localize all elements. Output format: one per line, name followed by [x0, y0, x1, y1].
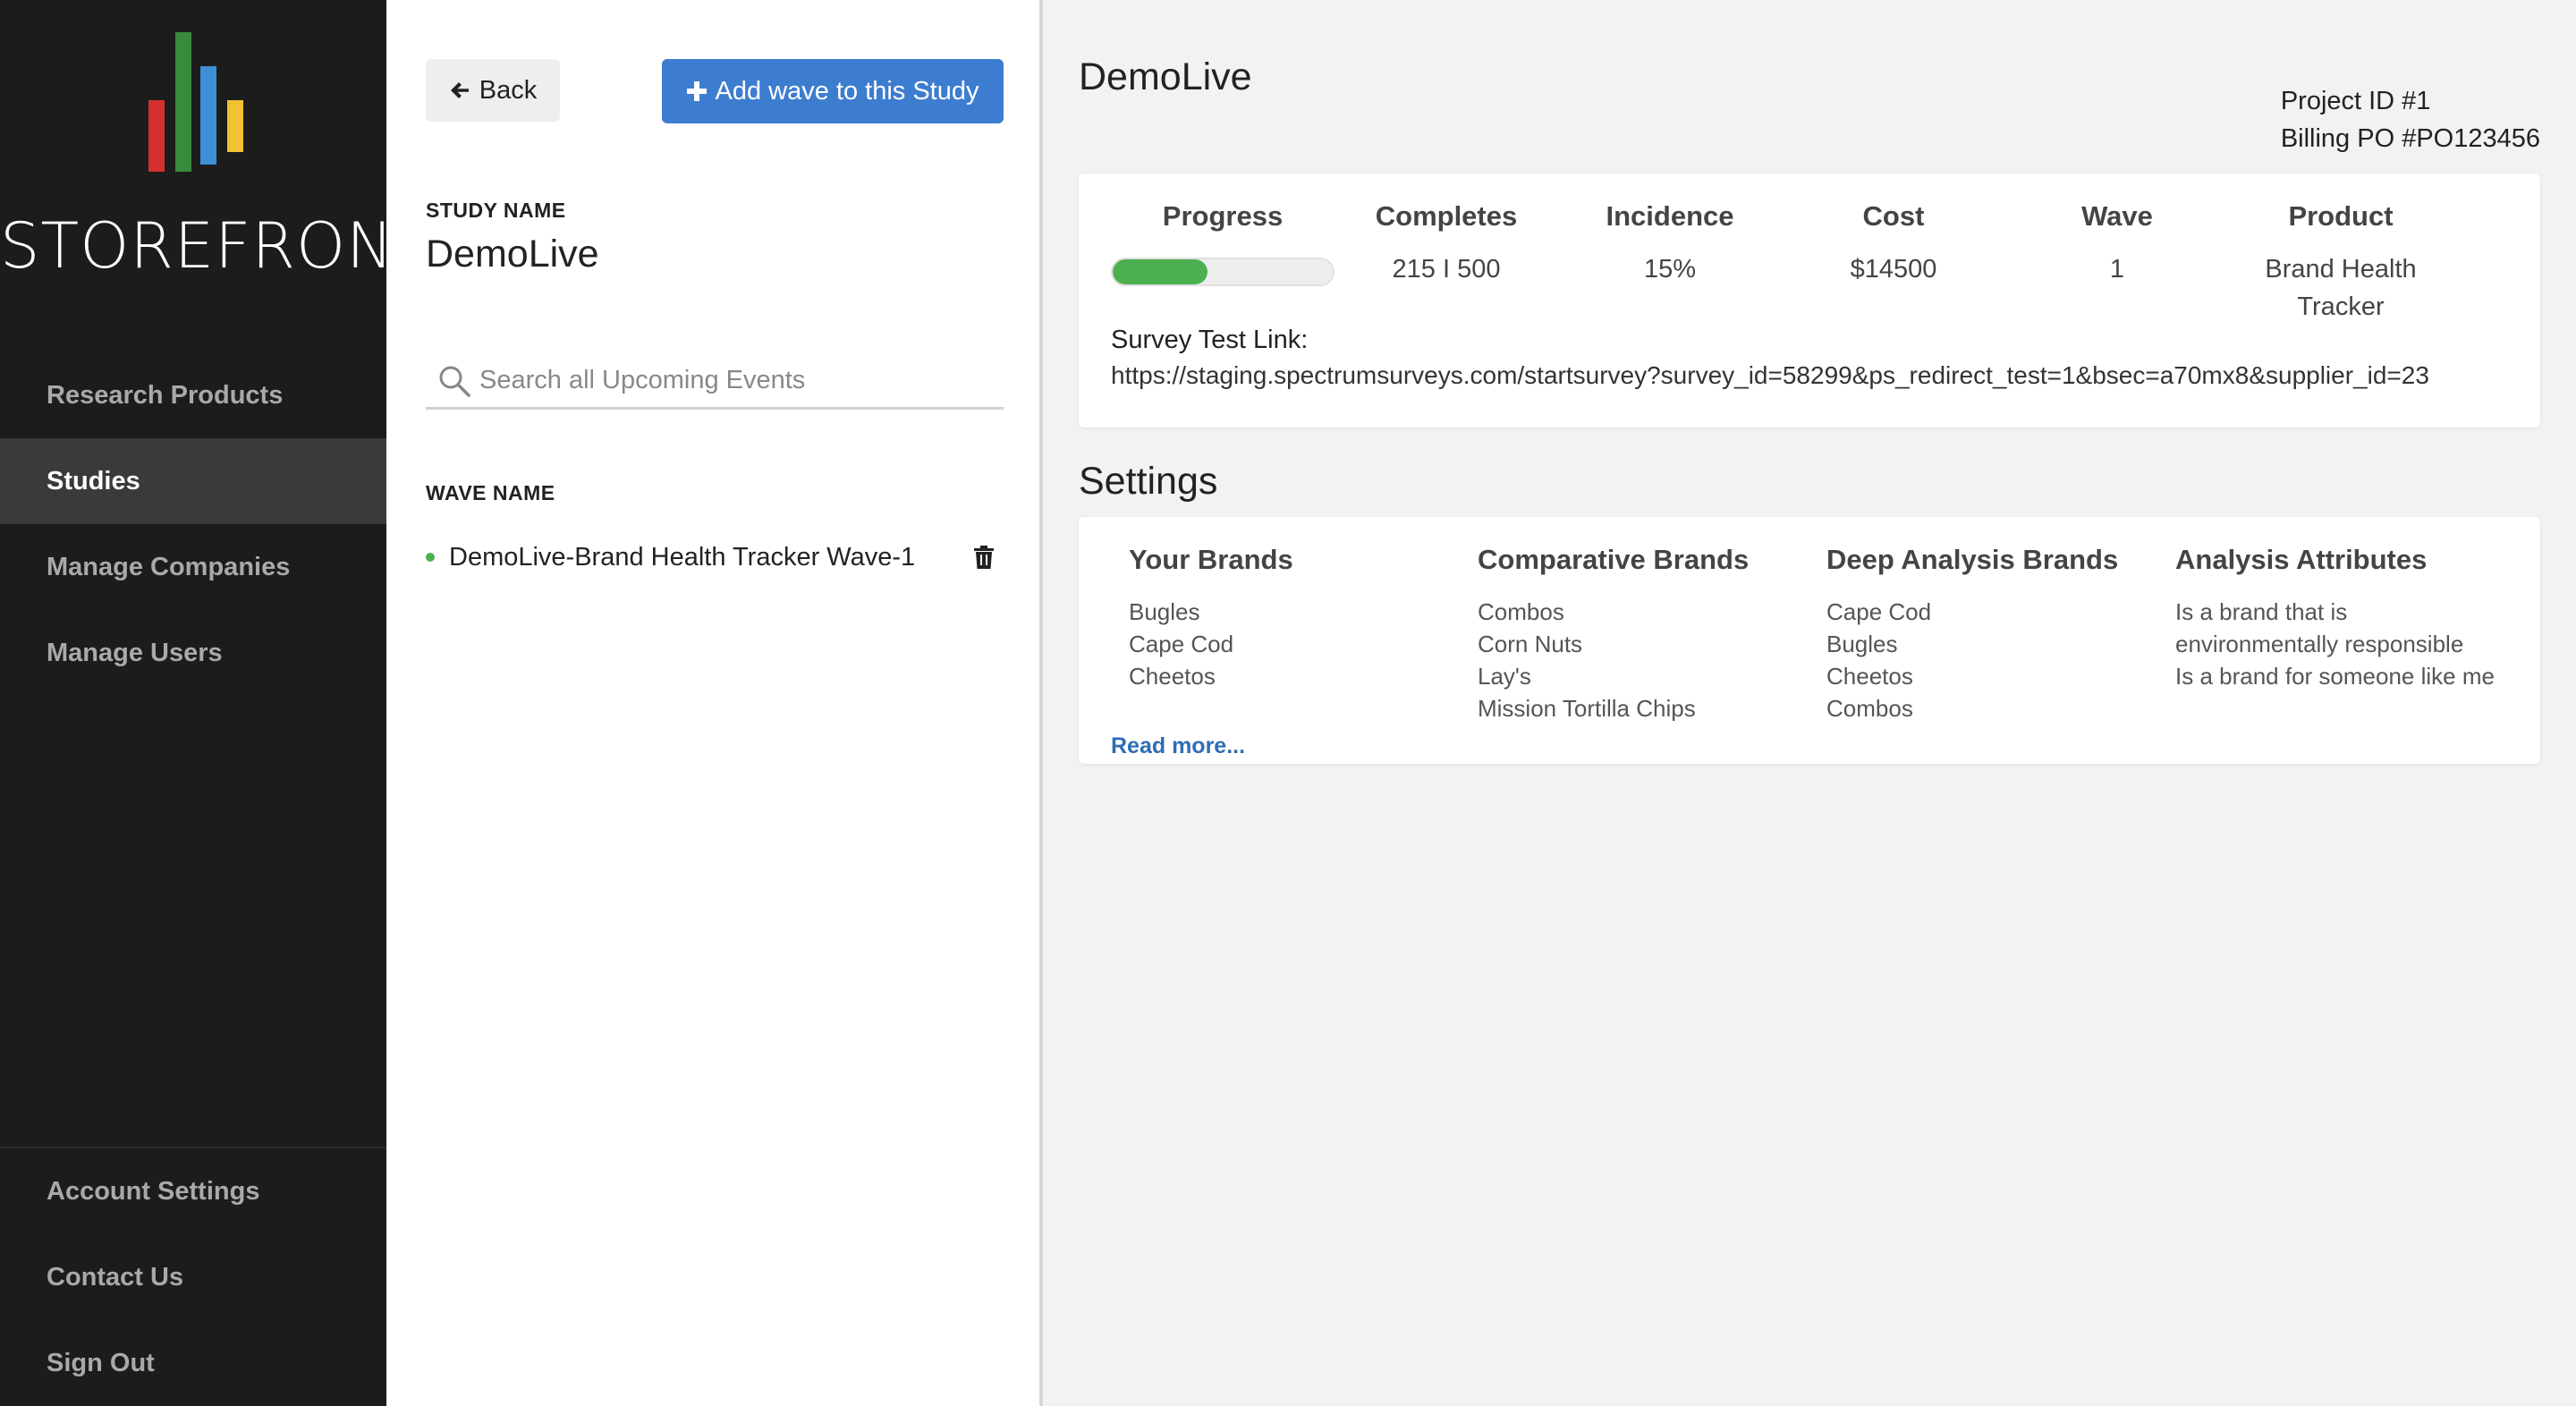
logo-text: STOREFRONT — [0, 209, 434, 283]
settings-column-title: Comparative Brands — [1478, 544, 1750, 575]
stat-wave-value: 1 — [2109, 255, 2125, 284]
stat-cost: Cost $14500 — [1782, 199, 2005, 288]
settings-title: Settings — [1079, 460, 1218, 503]
sidebar-item-research-products[interactable]: Research Products — [0, 352, 386, 438]
wave-name-link[interactable]: DemoLive-Brand Health Tracker Wave-1 — [449, 543, 973, 572]
logo-bars-icon — [148, 32, 247, 172]
study-stats-card: Progress Completes 215 I 500 Incidence 1… — [1079, 174, 2540, 428]
sidebar: STOREFRONT Research Products Studies Man… — [0, 0, 434, 1406]
stat-completes-label: Completes — [1375, 200, 1518, 232]
wave-status-dot — [426, 553, 435, 562]
study-name: DemoLive — [426, 233, 599, 275]
add-wave-button[interactable]: Add wave to this Study — [662, 59, 1004, 123]
settings-list-item: Cheetos — [1826, 663, 1913, 690]
wave-list-item: DemoLive-Brand Health Tracker Wave-1 — [426, 537, 1004, 578]
stat-completes: Completes 215 I 500 — [1335, 199, 1558, 288]
logo-bar-blue — [200, 66, 216, 165]
settings-list: Combos Corn Nuts Lay's Mission Tortilla … — [1478, 596, 1800, 721]
add-wave-button-label: Add wave to this Study — [715, 76, 979, 106]
settings-analysis-attributes: Analysis Attributes Is a brand that is e… — [2175, 544, 2506, 721]
sidebar-nav: Research Products Studies Manage Compani… — [0, 352, 386, 696]
settings-list-item: Cheetos — [1129, 663, 1216, 690]
progress-bar-fill — [1113, 259, 1208, 284]
sidebar-item-manage-users[interactable]: Manage Users — [0, 610, 386, 696]
settings-list-item: Is a brand for someone like me — [2175, 663, 2495, 690]
stat-incidence-value: 15% — [1643, 255, 1697, 284]
stat-incidence-label: Incidence — [1606, 200, 1734, 232]
logo-bar-green — [175, 32, 191, 172]
settings-list: Is a brand that is environmentally respo… — [2175, 596, 2506, 721]
settings-list-item: Is a brand that is environmentally respo… — [2175, 598, 2464, 657]
settings-list-item: Bugles — [1826, 631, 1898, 657]
read-more-link[interactable]: Read more... — [1111, 733, 1245, 759]
stat-progress-label: Progress — [1162, 200, 1284, 232]
billing-po: Billing PO #PO123456 — [2280, 124, 2540, 153]
logo-bar-red — [148, 100, 165, 172]
settings-list-item: Combos — [1478, 598, 1564, 625]
settings-column-title: Deep Analysis Brands — [1826, 544, 2119, 575]
stat-wave: Wave 1 — [2005, 199, 2229, 288]
stat-completes-value: 215 I 500 — [1392, 255, 1501, 284]
stat-product: Product Brand Health Tracker — [2229, 199, 2453, 326]
survey-test-link-label: Survey Test Link: — [1111, 326, 1309, 354]
sidebar-item-account-settings[interactable]: Account Settings — [0, 1148, 386, 1234]
project-id: Project ID #1 — [2280, 87, 2431, 115]
sidebar-item-manage-companies[interactable]: Manage Companies — [0, 524, 386, 610]
settings-list-item: Bugles — [1129, 598, 1200, 625]
settings-deep-analysis-brands: Deep Analysis Brands Cape Cod Bugles Che… — [1826, 544, 2148, 721]
settings-list-item: Combos — [1826, 695, 1913, 721]
study-panel: Back Add wave to this Study STUDY NAME D… — [386, 0, 1043, 1406]
sidebar-item-contact-us[interactable]: Contact Us — [0, 1234, 386, 1320]
settings-list-item: Cape Cod — [1129, 631, 1234, 657]
stat-wave-label: Wave — [2081, 200, 2153, 232]
stat-progress: Progress — [1111, 199, 1335, 286]
stat-product-label: Product — [2288, 200, 2394, 232]
project-info: Project ID #1 Billing PO #PO123456 — [2281, 82, 2540, 157]
study-name-label: STUDY NAME — [426, 199, 566, 222]
settings-list-item: Lay's — [1478, 663, 1531, 690]
wave-name-label: WAVE NAME — [426, 481, 555, 504]
settings-comparative-brands: Comparative Brands Combos Corn Nuts Lay'… — [1478, 544, 1800, 721]
survey-test-link[interactable]: https://staging.spectrumsurveys.com/star… — [1111, 361, 2429, 390]
stat-incidence: Incidence 15% — [1558, 199, 1782, 288]
settings-column-title: Analysis Attributes — [2175, 544, 2428, 575]
settings-column-title: Your Brands — [1129, 544, 1293, 575]
plus-icon — [686, 81, 707, 101]
settings-list-item: Cape Cod — [1826, 598, 1932, 625]
settings-list-item: Corn Nuts — [1478, 631, 1583, 657]
progress-bar — [1111, 258, 1335, 286]
settings-your-brands: Your Brands Bugles Cape Cod Cheetos — [1129, 544, 1451, 721]
settings-list: Cape Cod Bugles Cheetos Combos — [1826, 596, 2148, 721]
sidebar-bottom-nav: Account Settings Contact Us Sign Out — [0, 1147, 386, 1406]
back-button-label: Back — [479, 75, 538, 105]
settings-card: Your Brands Bugles Cape Cod Cheetos Comp… — [1079, 517, 2540, 764]
storefront-logo[interactable]: STOREFRONT — [0, 32, 434, 288]
settings-list-item: Mission Tortilla Chips — [1478, 695, 1696, 721]
stat-cost-label: Cost — [1862, 200, 1925, 232]
stat-product-value: Brand Health Tracker — [2265, 255, 2417, 321]
back-button[interactable]: Back — [426, 59, 560, 122]
logo-bar-yellow — [227, 100, 243, 152]
search-input[interactable] — [479, 366, 980, 395]
stat-cost-value: $14500 — [1850, 255, 1937, 284]
sidebar-item-studies[interactable]: Studies — [0, 438, 386, 524]
sidebar-item-sign-out[interactable]: Sign Out — [0, 1320, 386, 1406]
arrow-left-icon — [450, 82, 469, 98]
trash-icon[interactable] — [973, 546, 995, 569]
search-box — [426, 354, 1004, 410]
settings-list: Bugles Cape Cod Cheetos — [1129, 596, 1451, 721]
page-title: DemoLive — [1079, 55, 1252, 98]
search-icon — [439, 366, 470, 397]
